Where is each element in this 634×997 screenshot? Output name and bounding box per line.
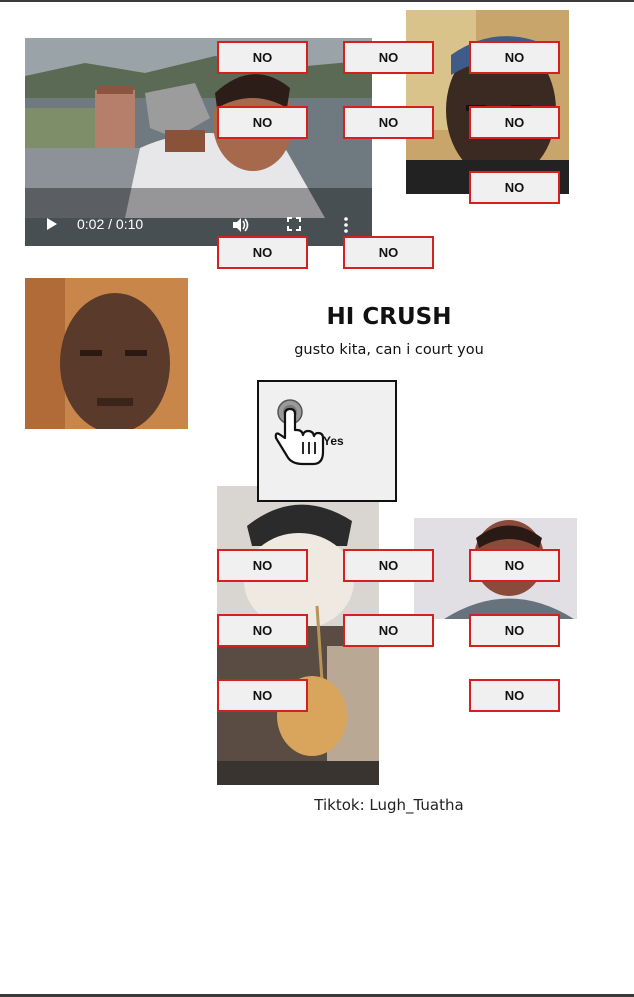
volume-icon[interactable] <box>231 216 249 234</box>
video-time: 0:02 / 0:10 <box>77 216 144 232</box>
no-button[interactable]: NO <box>469 41 560 74</box>
no-button[interactable]: NO <box>343 549 434 582</box>
video-player[interactable]: 0:02 / 0:10 <box>25 38 372 246</box>
no-button[interactable]: NO <box>217 236 308 269</box>
no-button[interactable]: NO <box>217 679 308 712</box>
play-icon[interactable] <box>45 217 59 231</box>
top-border <box>0 0 634 2</box>
credit-text: Tiktok: Lugh_Tuatha <box>314 796 464 814</box>
yes-button[interactable]: Yes <box>257 380 397 502</box>
no-button[interactable]: NO <box>469 679 560 712</box>
photo-man-bald <box>25 278 188 429</box>
no-button[interactable]: NO <box>217 549 308 582</box>
page-title: HI CRUSH <box>326 304 452 330</box>
no-button[interactable]: NO <box>217 106 308 139</box>
no-button[interactable]: NO <box>469 171 560 204</box>
no-button[interactable]: NO <box>469 549 560 582</box>
no-button[interactable]: NO <box>343 614 434 647</box>
no-button[interactable]: NO <box>343 106 434 139</box>
page-subtitle: gusto kita, can i court you <box>294 342 484 358</box>
video-controls: 0:02 / 0:10 <box>25 216 372 246</box>
video-frame <box>25 38 372 246</box>
no-button[interactable]: NO <box>343 236 434 269</box>
photo-man-cap <box>406 10 569 194</box>
no-button[interactable]: NO <box>217 614 308 647</box>
fullscreen-icon[interactable] <box>287 217 301 231</box>
no-button[interactable]: NO <box>217 41 308 74</box>
no-button[interactable]: NO <box>469 614 560 647</box>
more-options-icon[interactable] <box>343 216 349 234</box>
pointing-hand-cursor-icon <box>274 399 325 466</box>
no-button[interactable]: NO <box>469 106 560 139</box>
no-button[interactable]: NO <box>343 41 434 74</box>
